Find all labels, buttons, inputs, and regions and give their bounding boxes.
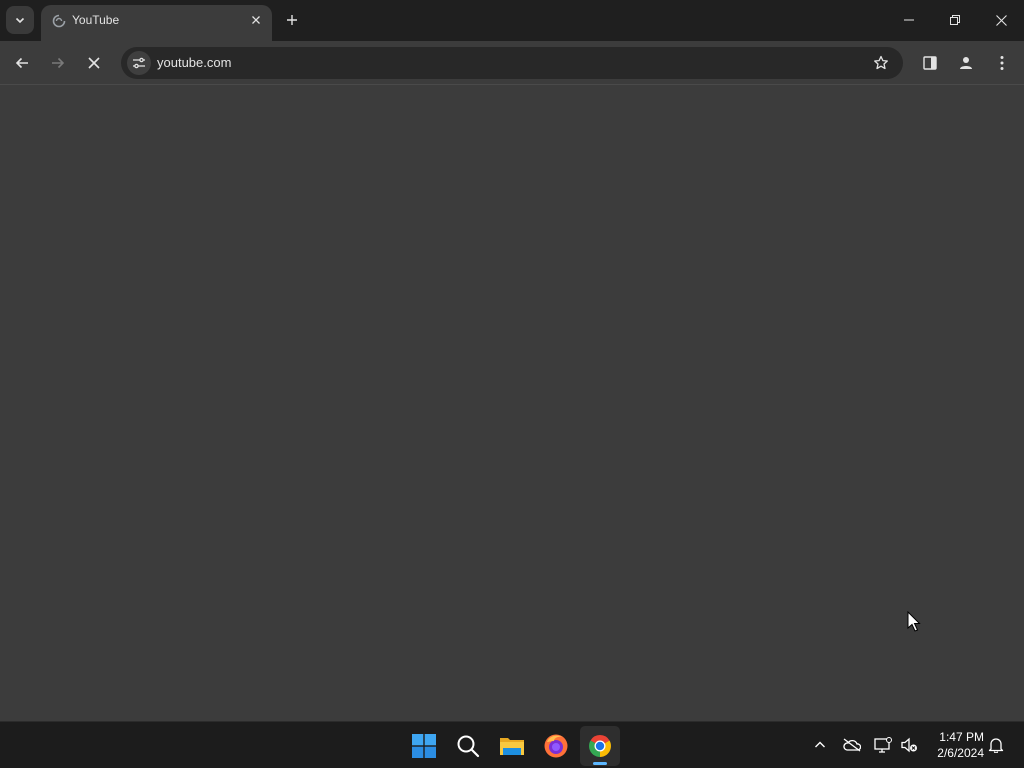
tab-title: YouTube xyxy=(72,13,120,27)
file-explorer-button[interactable] xyxy=(492,726,532,766)
search-button[interactable] xyxy=(448,726,488,766)
mouse-cursor-icon xyxy=(907,611,921,632)
close-icon xyxy=(252,16,260,24)
page-content[interactable] xyxy=(0,86,1024,721)
stop-loading-button[interactable] xyxy=(80,49,108,77)
network-button[interactable] xyxy=(872,734,894,756)
network-icon xyxy=(874,737,892,753)
star-icon xyxy=(874,55,888,70)
side-panel-button[interactable] xyxy=(916,49,944,77)
address-bar[interactable]: youtube.com xyxy=(121,47,903,79)
stop-loading-icon xyxy=(88,57,100,69)
start-button[interactable] xyxy=(404,726,444,766)
close-window-button[interactable] xyxy=(978,0,1024,40)
tab-youtube[interactable]: YouTube xyxy=(41,5,272,41)
more-menu-icon xyxy=(1000,56,1004,70)
taskbar: 1:47 PM 2/6/2024 xyxy=(0,721,1024,768)
profile-button[interactable] xyxy=(952,49,980,77)
more-menu-button[interactable] xyxy=(988,49,1016,77)
back-arrow-icon xyxy=(15,57,28,69)
new-tab-button[interactable] xyxy=(282,10,302,30)
onedrive-offline-icon xyxy=(843,738,861,752)
notifications-button[interactable] xyxy=(985,734,1007,756)
url-text: youtube.com xyxy=(157,55,232,70)
plus-icon xyxy=(287,15,297,25)
clock-date: 2/6/2024 xyxy=(937,746,984,760)
bookmark-button[interactable] xyxy=(871,53,891,73)
restore-icon xyxy=(950,15,960,25)
notification-bell-icon xyxy=(988,738,1004,753)
search-icon xyxy=(457,735,480,758)
active-app-indicator xyxy=(593,762,607,765)
minimize-button[interactable] xyxy=(886,0,932,40)
site-settings-icon xyxy=(133,57,145,69)
onedrive-button[interactable] xyxy=(841,734,863,756)
firefox-icon xyxy=(544,734,568,758)
firefox-button[interactable] xyxy=(536,726,576,766)
tab-strip: YouTube xyxy=(0,0,1024,41)
chrome-icon xyxy=(589,735,611,757)
chevron-down-icon xyxy=(15,17,25,24)
site-settings-button[interactable] xyxy=(127,51,151,75)
minimize-icon xyxy=(904,19,914,21)
close-window-icon xyxy=(995,14,1007,26)
tab-search-button[interactable] xyxy=(6,6,34,34)
windows-start-icon xyxy=(412,734,436,758)
volume-button[interactable] xyxy=(898,734,920,756)
clock-time: 1:47 PM xyxy=(939,730,984,744)
profile-icon xyxy=(960,57,972,69)
file-explorer-icon xyxy=(500,738,524,755)
browser-toolbar: youtube.com xyxy=(0,41,1024,85)
show-hidden-icons-button[interactable] xyxy=(809,734,831,756)
clock[interactable]: 1:47 PM 2/6/2024 xyxy=(928,729,984,761)
restore-button[interactable] xyxy=(932,0,978,40)
loading-favicon-icon xyxy=(52,14,66,28)
back-button[interactable] xyxy=(8,49,36,77)
side-panel-icon xyxy=(923,56,937,70)
chevron-up-icon xyxy=(815,741,825,748)
forward-arrow-icon xyxy=(52,57,65,69)
volume-muted-icon xyxy=(901,737,917,753)
forward-button[interactable] xyxy=(44,49,72,77)
tab-close-button[interactable] xyxy=(248,12,264,28)
chrome-button[interactable] xyxy=(580,726,620,766)
